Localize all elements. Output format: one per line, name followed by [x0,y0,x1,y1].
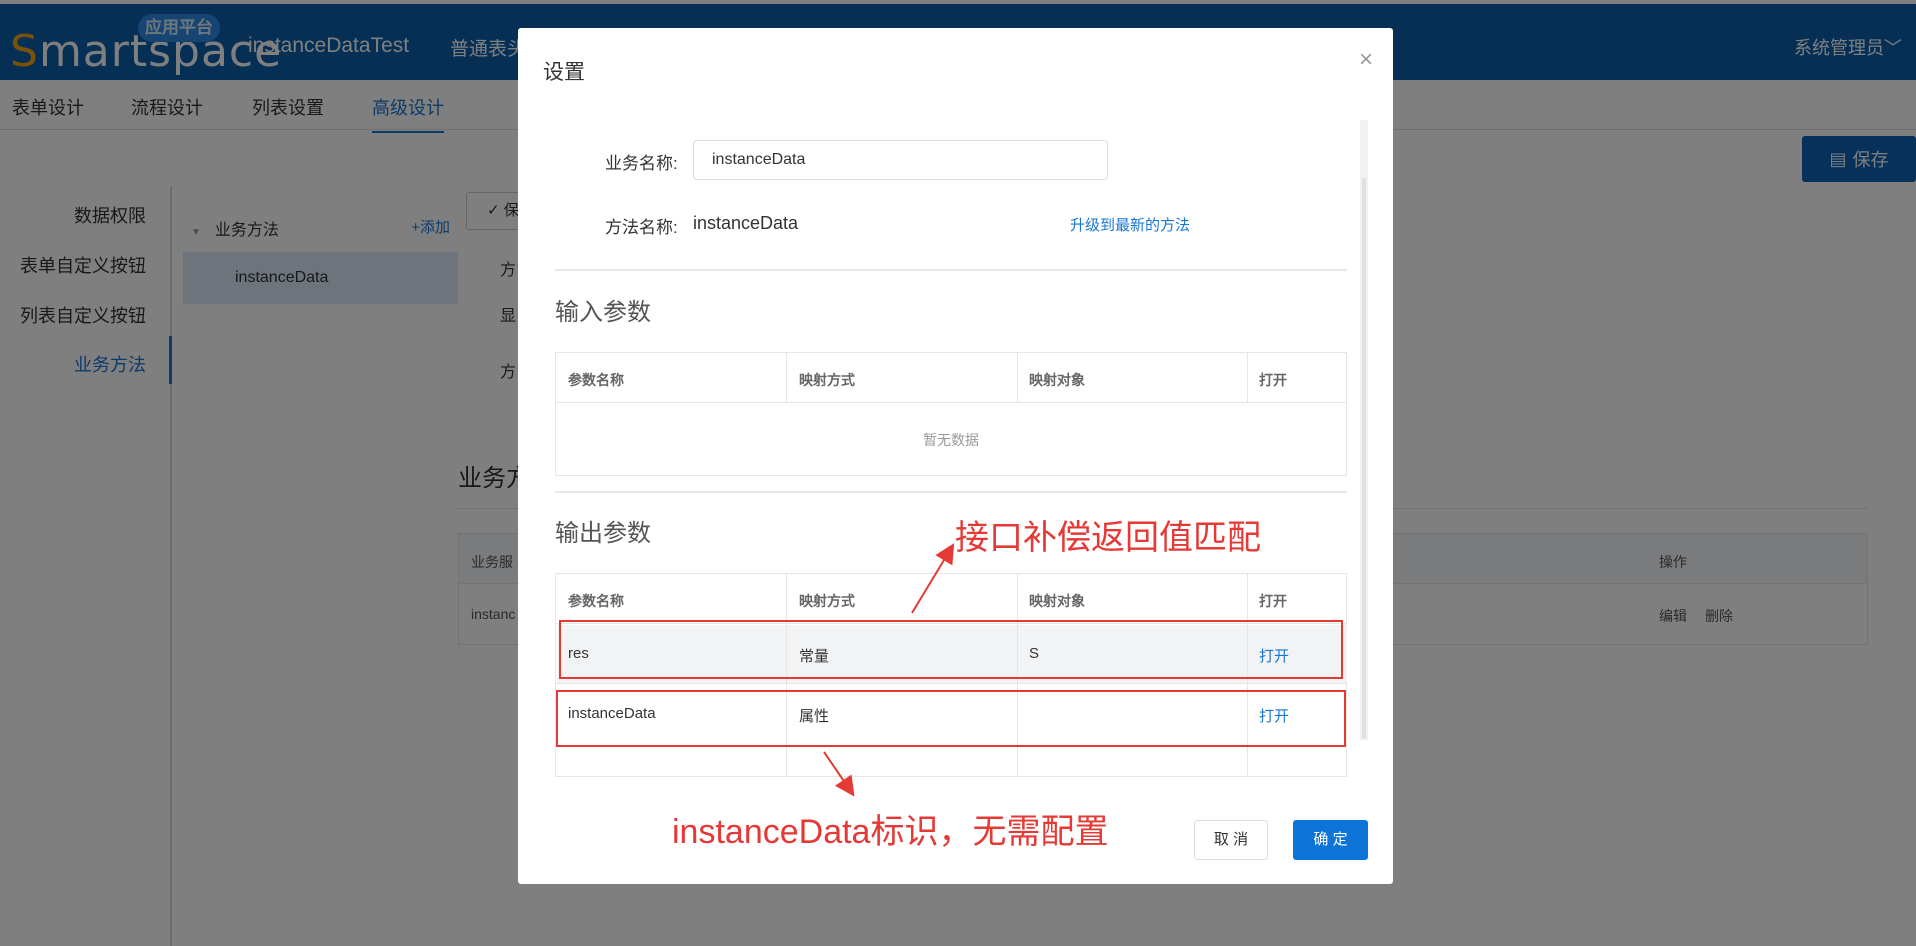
column-header: 映射对象 [1029,372,1085,388]
confirm-button[interactable]: 确 定 [1293,820,1368,860]
column-divider [1247,353,1248,403]
column-divider [786,353,787,403]
column-header: 参数名称 [568,372,624,388]
column-header: 参数名称 [568,593,624,609]
section-divider [555,269,1347,271]
dialog-title: 设置 [543,61,585,84]
input-params-table: 参数名称 映射方式 映射对象 打开 暂无数据 [555,352,1347,476]
method-name-value: instanceData [693,213,799,233]
annotation-note-bottom: instanceData标识，无需配置 [672,813,1109,851]
upgrade-method-link[interactable]: 升级到最新的方法 [1070,214,1190,235]
column-header: 打开 [1259,372,1287,388]
business-name-input[interactable] [693,140,1108,180]
column-divider [1017,353,1018,403]
close-icon[interactable]: × [1359,48,1373,72]
input-params-title: 输入参数 [555,299,651,326]
output-params-title: 输出参数 [555,520,651,547]
table-header-row [556,353,1346,403]
column-header: 映射对象 [1029,593,1085,609]
annotation-box-instancedata-row [556,690,1346,747]
business-name-label: 业务名称: [605,154,678,173]
dialog-scrollbar-thumb[interactable] [1362,178,1366,738]
column-header: 打开 [1259,593,1287,609]
column-header: 映射方式 [799,593,855,609]
method-name-label: 方法名称: [605,218,678,237]
annotation-box-res-row [559,620,1343,679]
table-header-row [556,574,1346,624]
row-divider [556,683,1346,684]
column-header: 映射方式 [799,372,855,388]
annotation-note-top: 接口补偿返回值匹配 [955,519,1261,557]
settings-dialog: 设置 × 业务名称: 方法名称: instanceData 升级到最新的方法 输… [518,28,1393,884]
section-divider [555,491,1347,493]
cancel-button[interactable]: 取 消 [1194,820,1268,860]
empty-state: 暂无数据 [923,432,979,448]
